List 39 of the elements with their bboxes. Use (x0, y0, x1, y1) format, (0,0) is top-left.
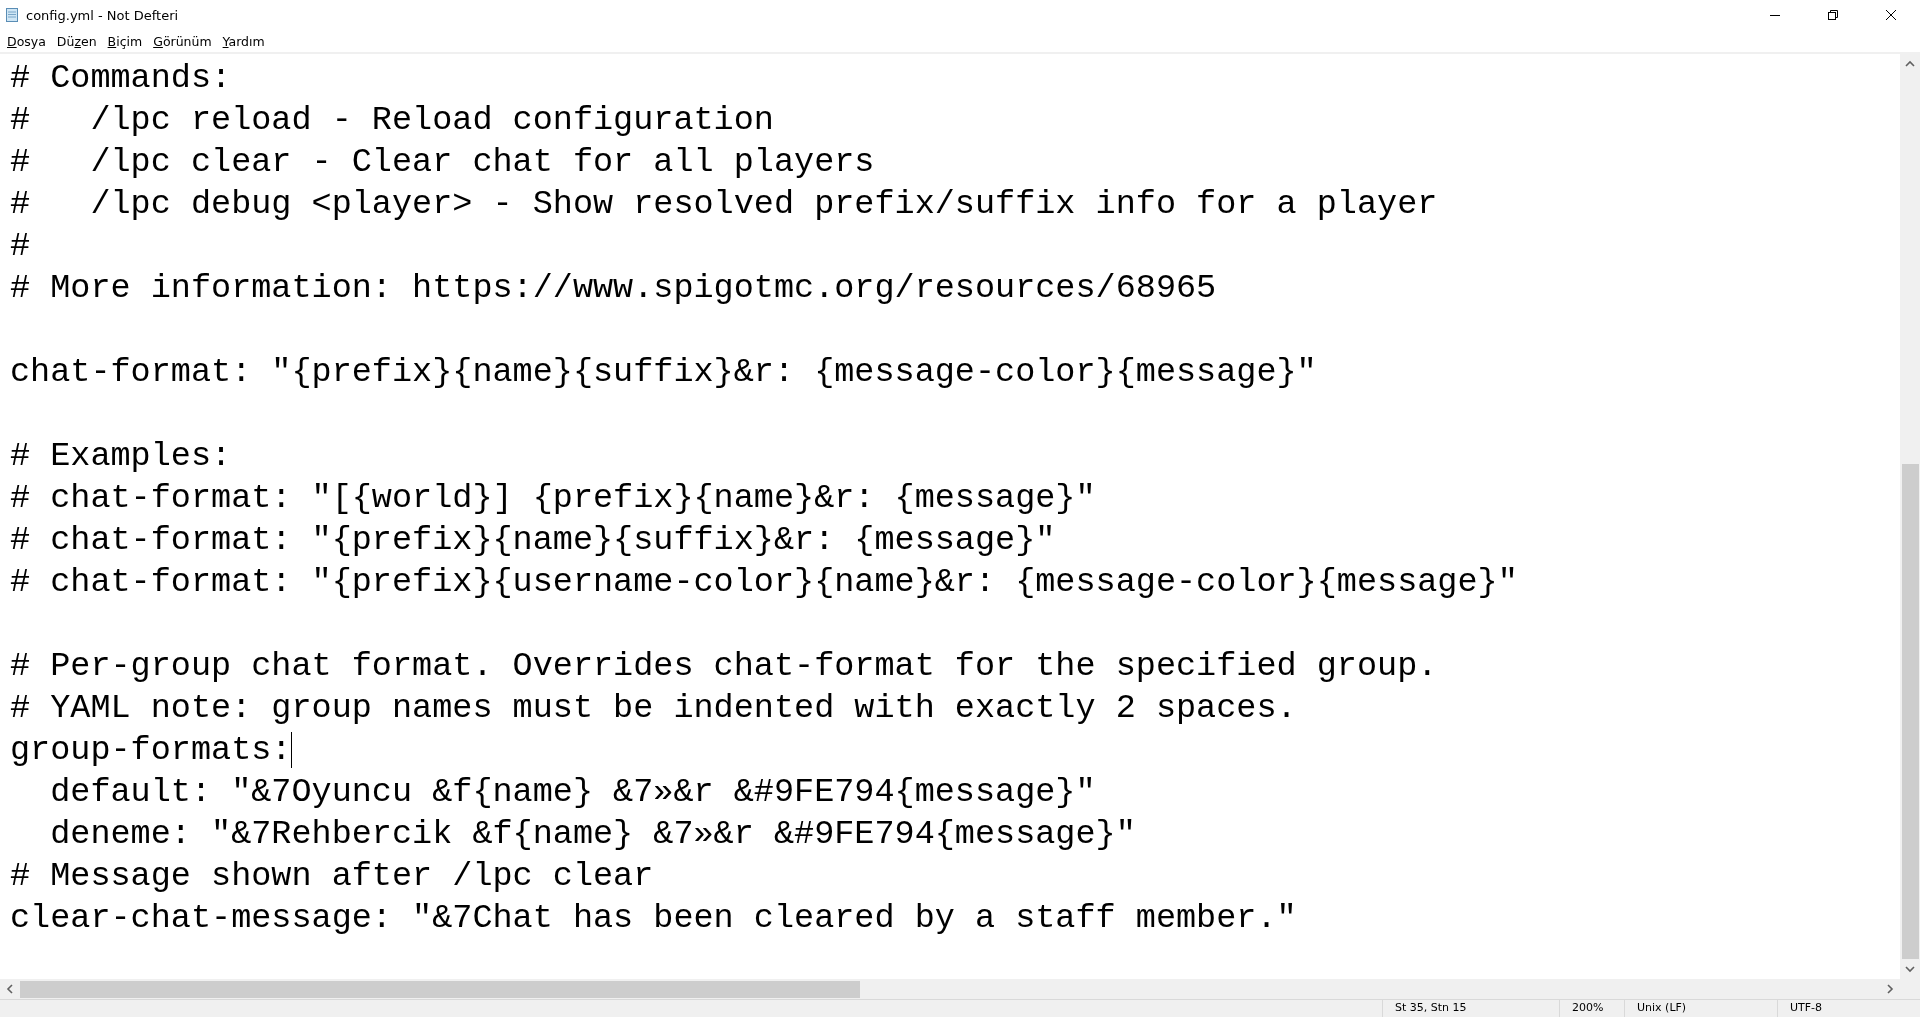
status-text: 200% (1559, 1000, 1624, 1017)
status-text: UTF-8 (1777, 1000, 1920, 1017)
code-line: # chat-format: "{prefix}{username-color}{name}&r: {message-color}{message}" (10, 562, 1518, 603)
status-text: St 35, Stn 15 (1382, 1000, 1559, 1017)
status-text: Unix (LF) (1624, 1000, 1777, 1017)
code-line: # /lpc clear - Clear chat for all players (10, 142, 875, 183)
code-line: deneme: "&7Rehbercik &f{name} &7»&r &#9FE794{message}" (49, 814, 1136, 855)
scroll-right-icon[interactable] (1885, 984, 1895, 994)
restore-icon[interactable] (1828, 10, 1838, 20)
scroll-left-icon[interactable] (5, 984, 15, 994)
menu-item[interactable]: Yardım (222, 33, 265, 49)
menu-item[interactable]: Dosya (7, 33, 46, 49)
menu-item[interactable]: Görünüm (153, 33, 212, 49)
code-line: # chat-format: "[{world}] {prefix}{name}&r: {message}" (10, 478, 1096, 519)
code-line: # /lpc debug <player> - Show resolved prefix/suffix info for a player (10, 184, 1438, 225)
vertical-scrollbar[interactable] (1900, 54, 1920, 979)
code-line: group-formats: (10, 730, 292, 771)
menu-item[interactable]: Düzen (56, 33, 97, 49)
menu-item[interactable]: Biçim (107, 33, 143, 49)
code-line: # chat-format: "{prefix}{name}{suffix}&r: {message}" (10, 520, 1056, 561)
code-line: # More information: https://www.spigotmc.org/resources/68965 (10, 268, 1217, 309)
code-line: # /lpc reload - Reload configuration (10, 100, 774, 141)
code-line: # Commands: (10, 58, 232, 99)
notepad-icon (4, 7, 20, 23)
code-line: # Per-group chat format. Overrides chat-format for the specified group. (10, 646, 1438, 687)
code-line: # Examples: (10, 436, 232, 477)
code-line: clear-chat-message: "&7Chat has been cleared by a staff member." (10, 898, 1297, 939)
scroll-up-icon[interactable] (1905, 59, 1915, 69)
horizontal-scrollbar[interactable] (0, 979, 1900, 999)
window-title: config.yml - Not Defteri (26, 7, 179, 23)
scrollbar-thumb[interactable] (1901, 464, 1919, 959)
code-line: chat-format: "{prefix}{name}{suffix}&r: {message-color}{message}" (10, 352, 1317, 393)
code-line: # Message shown after /lpc clear (10, 856, 654, 897)
scroll-down-icon[interactable] (1905, 964, 1915, 974)
code-line: # (10, 226, 31, 267)
close-icon[interactable] (1886, 10, 1896, 20)
code-line: default: "&7Oyuncu &f{name} &7»&r &#9FE794{message}" (49, 772, 1096, 813)
code-line: # YAML note: group names must be indented with exactly 2 spaces. (10, 688, 1297, 729)
scrollbar-thumb[interactable] (20, 980, 860, 998)
